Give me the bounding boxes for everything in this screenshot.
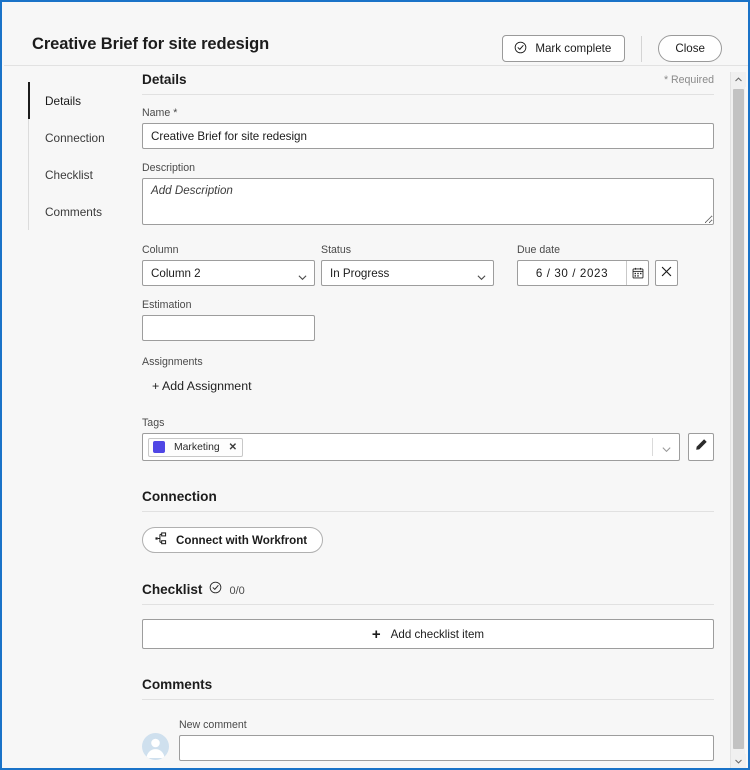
assignments-label: Assignments	[142, 356, 203, 368]
edit-tags-button[interactable]	[688, 433, 714, 461]
tag-chip[interactable]: Marketing ✕	[148, 437, 244, 457]
mark-complete-button[interactable]: Mark complete	[502, 35, 626, 62]
avatar	[142, 733, 169, 760]
close-button-label: Close	[675, 42, 705, 55]
scrollbar-thumb[interactable]	[733, 89, 744, 749]
sidebar-item-connection[interactable]: Connection	[29, 119, 128, 156]
status-field-group: Status In Progress	[321, 244, 517, 286]
new-comment-row: New comment	[142, 719, 714, 761]
checklist-section-heading: Checklist 0/0	[142, 581, 714, 605]
column-select[interactable]: Column 2	[142, 260, 315, 286]
close-icon	[661, 264, 672, 282]
due-date-label: Due date	[517, 244, 560, 256]
sidebar-item-checklist[interactable]: Checklist	[29, 156, 128, 193]
required-note: * Required	[663, 74, 714, 86]
page-title: Creative Brief for site redesign	[32, 35, 270, 53]
sidebar-item-label: Connection	[45, 130, 105, 145]
tag-color-swatch	[153, 441, 165, 453]
pencil-icon	[695, 438, 708, 456]
status-select[interactable]: In Progress	[321, 260, 494, 286]
add-checklist-item-button[interactable]: + Add checklist item	[142, 619, 714, 649]
scroll-down-arrow-icon[interactable]	[731, 754, 746, 768]
clear-due-date-button[interactable]	[655, 260, 678, 286]
new-comment-label: New comment	[179, 719, 247, 731]
workfront-icon	[155, 532, 168, 548]
estimation-input[interactable]	[142, 315, 315, 341]
assignments-group: Assignments + Add Assignment	[142, 356, 714, 395]
checklist-check-icon	[209, 581, 222, 597]
connect-with-workfront-button[interactable]: Connect with Workfront	[142, 527, 324, 553]
remove-tag-icon[interactable]: ✕	[229, 442, 237, 453]
chevron-down-icon[interactable]	[661, 442, 672, 453]
calendar-icon[interactable]	[626, 261, 648, 285]
checklist-count: 0/0	[229, 585, 245, 597]
close-button[interactable]: Close	[658, 35, 722, 62]
due-date-value: 6 / 30 / 2023	[535, 266, 609, 280]
sidebar-item-details[interactable]: Details	[28, 82, 128, 119]
header-divider	[641, 35, 643, 62]
estimation-label: Estimation	[142, 299, 192, 311]
details-section-heading: Details * Required	[142, 72, 714, 95]
due-date-input[interactable]: 6 / 30 / 2023	[517, 260, 649, 286]
section-nav: Details Connection Checklist Comments	[28, 82, 128, 230]
estimation-field-group: Estimation	[142, 299, 315, 341]
connect-button-label: Connect with Workfront	[176, 533, 308, 547]
tags-separator	[652, 438, 653, 456]
status-label: Status	[321, 244, 352, 256]
window-header: Creative Brief for site redesign Mark co…	[4, 4, 748, 66]
connection-heading-label: Connection	[142, 489, 217, 504]
sidebar-item-comments[interactable]: Comments	[29, 193, 128, 230]
check-circle-icon	[514, 41, 527, 57]
content-scrollbar[interactable]	[730, 72, 746, 768]
column-field-group: Column Column 2	[142, 244, 321, 286]
task-detail-window: Creative Brief for site redesign Mark co…	[0, 0, 750, 770]
tags-input[interactable]: Marketing ✕	[142, 433, 680, 461]
tags-group: Tags Marketing ✕	[142, 417, 714, 461]
tag-chip-label: Marketing	[174, 441, 220, 453]
tags-label: Tags	[142, 417, 165, 429]
sidebar-item-label: Details	[45, 93, 82, 108]
name-field-group: Name *	[142, 107, 714, 149]
add-checklist-item-label: Add checklist item	[390, 627, 485, 641]
mark-complete-label: Mark complete	[535, 42, 612, 55]
name-label: Name *	[142, 107, 178, 119]
details-heading-label: Details	[142, 72, 187, 87]
scroll-up-arrow-icon[interactable]	[731, 72, 746, 87]
new-comment-input[interactable]	[179, 735, 714, 761]
comments-section-heading: Comments	[142, 677, 714, 700]
column-label: Column	[142, 244, 179, 256]
checklist-heading-label: Checklist	[142, 582, 203, 597]
comments-heading-label: Comments	[142, 677, 213, 692]
column-status-date-row: Column Column 2 Status In Progress Due d…	[142, 244, 714, 286]
sidebar-item-label: Comments	[45, 204, 103, 219]
description-label: Description	[142, 162, 195, 174]
name-input[interactable]	[142, 123, 714, 149]
details-panel: Details * Required Name * Description Co…	[142, 72, 714, 768]
add-assignment-button[interactable]: + Add Assignment	[152, 379, 252, 393]
connection-section-heading: Connection	[142, 489, 714, 512]
description-textarea[interactable]	[142, 178, 714, 225]
header-actions: Mark complete Close	[502, 35, 722, 62]
plus-icon: +	[371, 625, 381, 643]
new-comment-group: New comment	[179, 719, 714, 761]
due-date-field-group: Due date 6 / 30 / 2023	[517, 244, 697, 286]
description-field-group: Description	[142, 162, 714, 230]
sidebar-item-label: Checklist	[45, 167, 93, 182]
